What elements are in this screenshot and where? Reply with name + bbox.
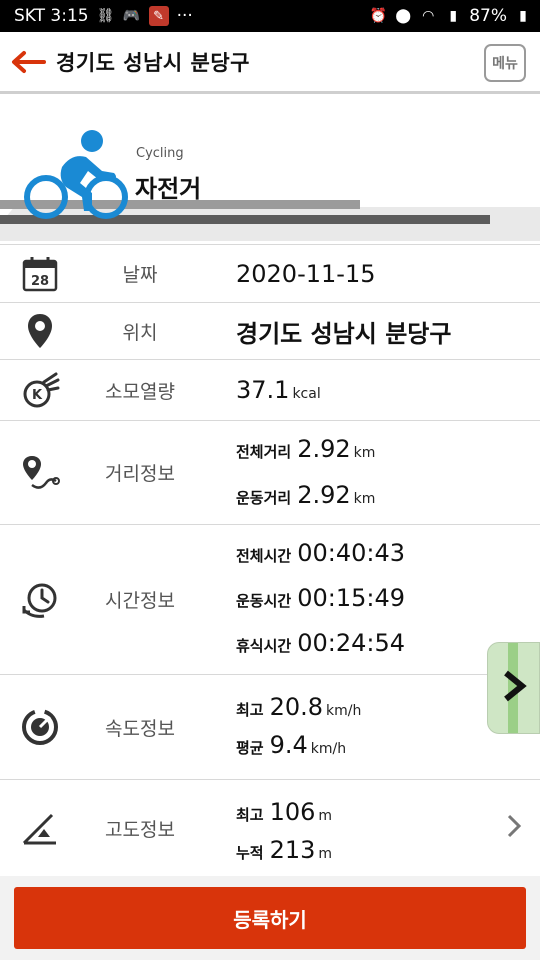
move-time-value: 00:15:49: [297, 584, 405, 612]
rest-time-value: 00:24:54: [297, 629, 405, 657]
calorie-icon: K: [18, 368, 62, 412]
calendar-icon: 28: [18, 252, 62, 296]
speed-label: 속도정보: [105, 717, 175, 740]
move-time: 운동시간 00:15:49: [236, 584, 405, 626]
banner-stripe: [350, 215, 490, 224]
wifi-icon: ◠: [422, 8, 435, 24]
row-time: 시간정보 전체시간 00:40:43 운동시간 00:15:49 휴식시간 00…: [0, 524, 540, 674]
move-distance: 운동거리 2.92 km: [236, 481, 375, 521]
total-distance-unit: km: [353, 445, 376, 461]
battery-percent: 87%: [469, 6, 507, 26]
signal-icon: ▮: [449, 8, 458, 24]
move-distance-value: 2.92: [297, 481, 351, 509]
status-bar: SKT 3:15 ⛓ 🎮 ✎ ··· ⏰ ⬤ ◠ ▮ 87% ▮: [0, 0, 540, 32]
calories-value-group: 37.1 kcal: [236, 376, 321, 404]
elevation-icon: [18, 807, 62, 851]
total-distance-value: 2.92: [297, 435, 351, 463]
location-value: 경기도 성남시 분당구: [236, 319, 452, 348]
altitude-values: 최고 106 m 누적 213 m: [236, 798, 332, 872]
max-altitude-unit: m: [318, 808, 333, 824]
max-altitude-label: 최고: [236, 806, 264, 824]
rest-time: 휴식시간 00:24:54: [236, 629, 405, 671]
move-distance-unit: km: [353, 491, 376, 507]
location-icon: ⬤: [395, 8, 412, 24]
avg-speed: 평균 9.4 km/h: [236, 731, 361, 767]
time-label: 시간정보: [105, 590, 175, 612]
location-label: 위치: [122, 321, 158, 344]
row-calories: K 소모열량 37.1 kcal: [0, 359, 540, 420]
avg-speed-unit: km/h: [310, 741, 347, 757]
sport-name-en: Cycling: [136, 146, 184, 161]
row-speed: 속도정보 최고 20.8 km/h 평균 9.4 km/h: [0, 674, 540, 779]
total-time: 전체시간 00:40:43: [236, 539, 405, 581]
map-preview-tab[interactable]: [487, 642, 540, 734]
app-header: 경기도 성남시 분당구 메뉴: [0, 32, 540, 94]
alarm-icon: ⏰: [369, 8, 387, 24]
rest-time-label: 휴식시간: [236, 637, 292, 655]
date-label: 날짜: [122, 264, 158, 286]
distance-values: 전체거리 2.92 km 운동거리 2.92 km: [236, 435, 375, 521]
avg-speed-label: 평균: [236, 739, 264, 757]
total-time-label: 전체시간: [236, 547, 292, 565]
svg-text:K: K: [32, 388, 43, 403]
calories-unit: kcal: [292, 386, 321, 402]
clock-icon: [18, 578, 62, 622]
move-time-label: 운동시간: [236, 592, 292, 610]
total-distance: 전체거리 2.92 km: [236, 435, 375, 475]
chevron-right-icon: [501, 669, 529, 712]
more-notifications: ···: [176, 6, 193, 26]
time-values: 전체시간 00:40:43 운동시간 00:15:49 휴식시간 00:24:5…: [236, 539, 405, 671]
route-icon: [18, 451, 62, 495]
activity-banner: Cycling 자전거: [0, 97, 540, 244]
cumulative-altitude-unit: m: [318, 846, 333, 862]
row-distance: 거리정보 전체거리 2.92 km 운동거리 2.92 km: [0, 420, 540, 524]
back-arrow-icon: [12, 50, 46, 73]
carrier-time: SKT 3:15: [14, 6, 89, 26]
max-speed-unit: km/h: [326, 703, 362, 719]
max-speed: 최고 20.8 km/h: [236, 693, 361, 729]
speedometer-icon: [18, 705, 62, 749]
link-icon: ⛓: [96, 8, 115, 24]
menu-button[interactable]: 메뉴: [484, 44, 526, 82]
back-button[interactable]: [0, 31, 56, 93]
battery-icon: ▮: [519, 8, 527, 24]
cumulative-altitude: 누적 213 m: [236, 836, 332, 872]
calories-label: 소모열량: [105, 380, 175, 403]
avg-speed-value: 9.4: [269, 731, 308, 759]
sport-name-ko: 자전거: [135, 175, 202, 203]
max-speed-label: 최고: [236, 701, 264, 719]
total-distance-label: 전체거리: [236, 443, 292, 461]
calories-value: 37.1: [236, 376, 290, 404]
gamepad-icon: 🎮: [122, 8, 141, 24]
date-value: 2020-11-15: [236, 259, 376, 288]
chevron-right-icon[interactable]: [506, 813, 522, 845]
speed-values: 최고 20.8 km/h 평균 9.4 km/h: [236, 693, 361, 767]
row-altitude[interactable]: 고도정보 최고 106 m 누적 213 m: [0, 779, 540, 877]
total-time-value: 00:40:43: [297, 539, 405, 567]
map-pin-icon: [18, 309, 62, 353]
altitude-label: 고도정보: [105, 819, 175, 841]
max-altitude-value: 106: [269, 798, 316, 826]
max-altitude: 최고 106 m: [236, 798, 332, 834]
row-location: 위치 경기도 성남시 분당구: [0, 302, 540, 359]
move-distance-label: 운동거리: [236, 489, 292, 507]
calendar-day: 28: [31, 274, 49, 289]
cycling-icon: [24, 130, 128, 219]
cumulative-altitude-label: 누적: [236, 844, 264, 862]
page-title: 경기도 성남시 분당구: [56, 50, 251, 75]
row-date: 28 날짜 2020-11-15: [0, 244, 540, 302]
distance-label: 거리정보: [105, 463, 175, 485]
activity-detail-list: 28 날짜 2020-11-15 위치 경기도 성남시 분당구 K 소모열량 3…: [0, 244, 540, 877]
register-button[interactable]: 등록하기: [14, 887, 526, 949]
app-notification-icon: ✎: [148, 6, 169, 26]
cumulative-altitude-value: 213: [269, 836, 316, 864]
max-speed-value: 20.8: [269, 693, 324, 721]
